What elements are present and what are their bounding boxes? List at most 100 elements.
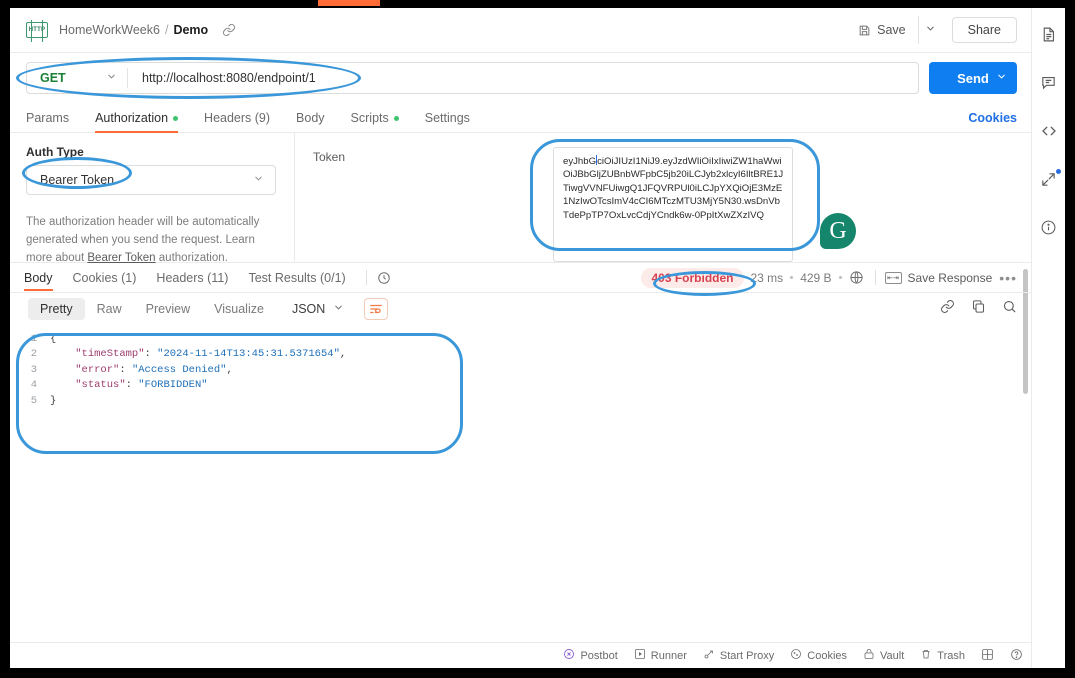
documentation-icon[interactable] xyxy=(1040,26,1057,48)
runner-icon xyxy=(634,648,646,663)
edit-link-icon[interactable] xyxy=(940,299,955,319)
breadcrumb-collection[interactable]: HomeWorkWeek6 xyxy=(59,23,160,37)
cookies-link[interactable]: Cookies xyxy=(968,111,1017,132)
link-icon[interactable] xyxy=(222,23,236,37)
postman-app-window: HTTP HomeWorkWeek6 / Demo Save Share GET… xyxy=(10,8,1065,668)
viewer-tab-pretty[interactable]: Pretty xyxy=(28,298,85,320)
runner-button[interactable]: Runner xyxy=(634,648,687,663)
save-dropdown-button[interactable] xyxy=(917,16,942,44)
postbot-icon xyxy=(563,648,575,663)
response-time: 23 ms xyxy=(750,270,784,285)
wrap-lines-icon[interactable] xyxy=(364,298,389,320)
divider xyxy=(874,270,876,285)
tab-body-label: Body xyxy=(296,111,325,125)
line-number: 4 xyxy=(30,379,37,392)
token-input[interactable]: eyJhbGciOiJIUzI1NiJ9.eyJzdWIiOiIxIiwiZW1… xyxy=(553,147,793,262)
json-key: "status" xyxy=(75,379,126,392)
more-options-icon[interactable]: ••• xyxy=(999,270,1017,286)
chevron-down-icon xyxy=(333,302,344,316)
copy-icon[interactable] xyxy=(971,299,986,319)
tab-authorization-label: Authorization xyxy=(95,111,169,125)
save-button[interactable]: Save xyxy=(850,18,914,42)
layout-toggle-button[interactable] xyxy=(981,648,994,664)
viewer-tab-preview[interactable]: Preview xyxy=(134,298,202,320)
http-protocol-icon: HTTP xyxy=(26,20,48,42)
chevron-down-icon xyxy=(926,26,934,31)
comments-icon[interactable] xyxy=(1040,74,1057,96)
tab-authorization[interactable]: Authorization xyxy=(95,111,179,133)
response-format-select[interactable]: JSON xyxy=(282,298,354,320)
auth-type-select[interactable]: Bearer Token xyxy=(26,165,276,195)
send-button[interactable]: Send xyxy=(929,62,1017,94)
postbot-button[interactable]: Postbot xyxy=(563,648,618,663)
start-proxy-button[interactable]: Start Proxy xyxy=(703,648,774,663)
authorization-panel: Auth Type Bearer Token The authorization… xyxy=(10,133,1031,394)
tab-params[interactable]: Params xyxy=(26,111,69,132)
breadcrumb-request[interactable]: Demo xyxy=(173,23,208,37)
response-format-value: JSON xyxy=(291,302,326,316)
response-tab-cookies[interactable]: Cookies (1) xyxy=(73,265,137,291)
send-button-label: Send xyxy=(957,70,989,86)
chevron-down-icon xyxy=(106,71,117,85)
info-icon[interactable] xyxy=(1040,219,1057,241)
right-sidebar xyxy=(1031,8,1065,668)
code-line: 3 "error": "Access Denied", xyxy=(24,362,1031,378)
method-selector[interactable]: GET xyxy=(27,63,127,93)
vault-button[interactable]: Vault xyxy=(863,648,904,663)
tab-scripts[interactable]: Scripts xyxy=(351,111,399,132)
expand-icon[interactable] xyxy=(1040,169,1061,193)
cookies-button[interactable]: Cookies xyxy=(790,648,847,663)
tab-params-label: Params xyxy=(26,111,70,125)
trash-button[interactable]: Trash xyxy=(920,648,965,663)
grammarly-badge[interactable]: G xyxy=(820,213,856,249)
code-line: 1 { xyxy=(24,331,1031,347)
save-response-label: Save Response xyxy=(907,270,993,285)
json-value: "FORBIDDEN" xyxy=(138,379,208,392)
auth-type-label: Auth Type xyxy=(26,145,84,159)
json-value: "2024-11-14T13:45:31.5371654" xyxy=(157,348,340,361)
divider xyxy=(365,270,367,285)
code-text: { xyxy=(50,332,57,345)
auth-type-column: Auth Type Bearer Token The authorization… xyxy=(10,133,295,264)
vault-icon xyxy=(863,648,875,663)
response-header: Body Cookies (1) Headers (11) Test Resul… xyxy=(10,263,1031,293)
history-clock-icon[interactable] xyxy=(377,271,391,285)
tab-headers[interactable]: Headers (9) xyxy=(204,111,270,132)
status-dot-icon xyxy=(393,115,399,121)
viewer-tab-raw[interactable]: Raw xyxy=(85,298,134,320)
tab-body[interactable]: Body xyxy=(296,111,325,132)
response-tab-test-results[interactable]: Test Results (0/1) xyxy=(248,265,345,291)
request-tabs: Params Authorization Headers (9) Body Sc… xyxy=(10,103,1031,133)
auth-description: The authorization header will be automat… xyxy=(26,213,276,267)
start-proxy-label: Start Proxy xyxy=(719,649,775,662)
viewer-tab-visualize[interactable]: Visualize xyxy=(202,298,276,320)
response-tab-body[interactable]: Body xyxy=(24,265,53,291)
search-icon[interactable] xyxy=(1002,299,1017,319)
token-text-part2: ciOiJIUzI1NiJ9.eyJzdWIiOiIxIiwiZW1ha xyxy=(597,156,764,167)
active-tab-indicator xyxy=(318,0,380,6)
trash-icon xyxy=(920,648,932,663)
globe-icon[interactable] xyxy=(849,270,864,285)
token-column: Token eyJhbGciOiJIUzI1NiJ9.eyJzdWIiOiIxI… xyxy=(295,133,1031,262)
json-key: "timeStamp" xyxy=(75,348,145,361)
token-text-part7: k6w-0PpItXwZXzIVQ xyxy=(674,209,765,221)
layout-icon xyxy=(981,648,994,664)
send-dropdown-chevron-icon[interactable] xyxy=(996,71,1007,85)
notification-dot xyxy=(1056,169,1061,174)
meta-separator-dot xyxy=(838,276,842,279)
url-input[interactable]: http://localhost:8080/endpoint/1 xyxy=(128,71,918,85)
tab-headers-label: Headers (9) xyxy=(204,111,271,125)
code-line: 4 "status": "FORBIDDEN" xyxy=(24,378,1031,394)
request-header: HTTP HomeWorkWeek6 / Demo Save Share xyxy=(10,8,1031,53)
code-snippet-icon[interactable] xyxy=(1040,122,1058,145)
response-tab-headers[interactable]: Headers (11) xyxy=(156,265,228,291)
save-response-button[interactable]: ⇤⇥ Save Response xyxy=(884,270,993,285)
tab-settings[interactable]: Settings xyxy=(425,111,470,132)
runner-label: Runner xyxy=(650,649,687,662)
json-value: "Access Denied" xyxy=(131,363,227,376)
token-text-part1: eyJhbG xyxy=(563,156,597,167)
share-button[interactable]: Share xyxy=(951,17,1017,43)
code-line: 2 "timeStamp": "2024-11-14T13:45:31.5371… xyxy=(24,347,1031,363)
response-body-code[interactable]: 1 { 2 "timeStamp": "2024-11-14T13:45:31.… xyxy=(10,325,1031,642)
help-button[interactable] xyxy=(1010,648,1023,664)
